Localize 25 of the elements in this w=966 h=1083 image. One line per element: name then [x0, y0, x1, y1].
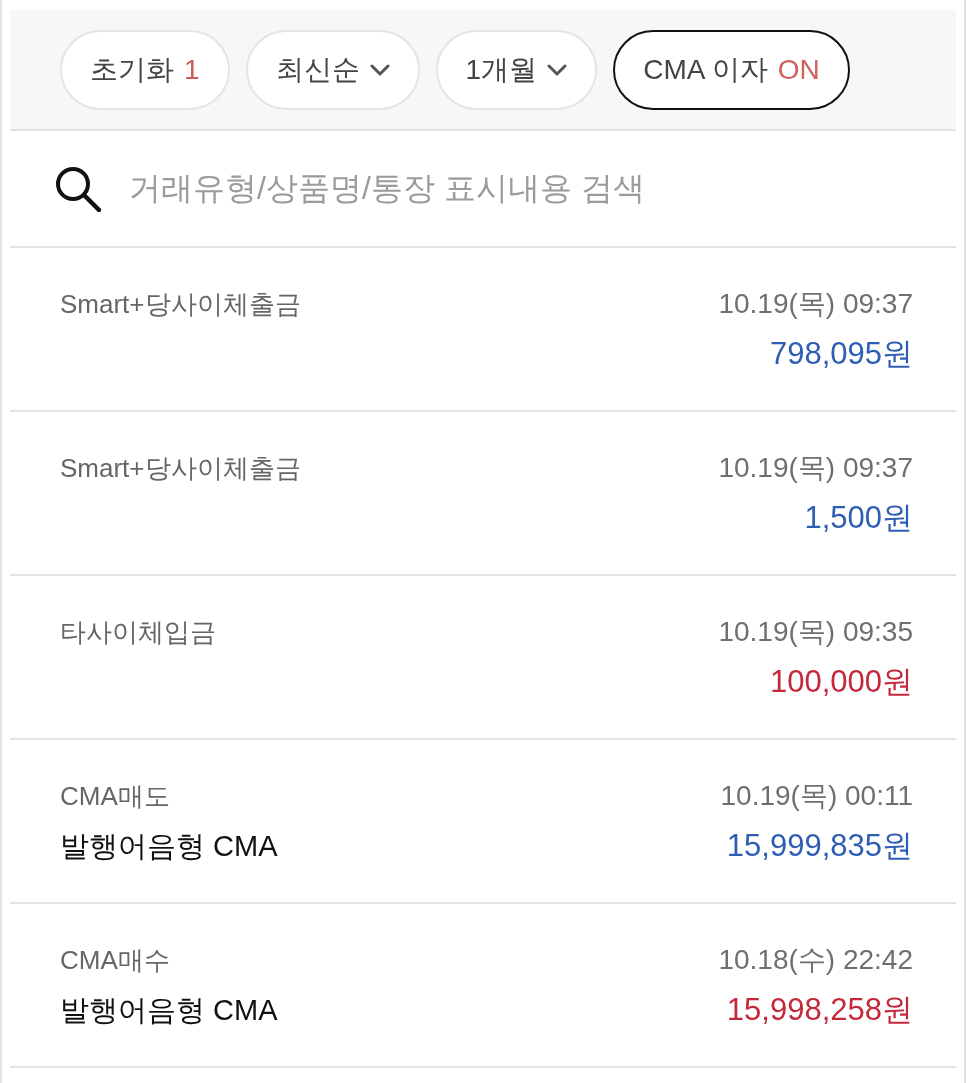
product-name: 발행어음형 CMA — [60, 993, 278, 1028]
transaction-date: 10.19(목) 09:37 — [718, 451, 913, 485]
transaction-amount: 100,000원 — [769, 663, 913, 701]
dropdown-button[interactable]: 1개월 — [435, 30, 598, 110]
transaction-type: CMA매도 — [60, 780, 171, 813]
transaction-type: CMA매수 — [60, 944, 171, 977]
transaction-date: 10.19(목) 09:37 — [718, 287, 913, 321]
search-icon — [55, 165, 101, 212]
product-name: 발행어음형 CMA — [60, 829, 278, 864]
reset-button[interactable]: 초기화 1 — [60, 30, 230, 110]
transaction-type: Smart+당사이체출금 — [60, 452, 301, 485]
transaction-type: 타사이체입금 — [60, 616, 216, 649]
transaction-date: 10.19(목) 00:11 — [720, 779, 913, 813]
search-field[interactable]: 거래유형/상품명/통장 표시내용 검색 — [129, 163, 956, 214]
chevron-down-icon — [547, 64, 568, 76]
transaction-date: 10.19(목) 09:35 — [718, 615, 913, 649]
transaction-type: Smart+당사이체출금 — [60, 288, 301, 321]
transaction-amount: 798,095원 — [769, 335, 913, 373]
transaction-amount: 1,500원 — [804, 499, 913, 537]
transaction-amount: 15,998,258원 — [726, 991, 913, 1029]
transaction-date: 10.18(수) 22:42 — [718, 943, 913, 977]
toggle-button[interactable]: CMA 이자 ON — [613, 30, 850, 110]
transaction-amount: 15,999,835원 — [726, 827, 913, 865]
chevron-down-icon — [369, 64, 390, 76]
dropdown-button[interactable]: 최신순 — [245, 30, 420, 110]
